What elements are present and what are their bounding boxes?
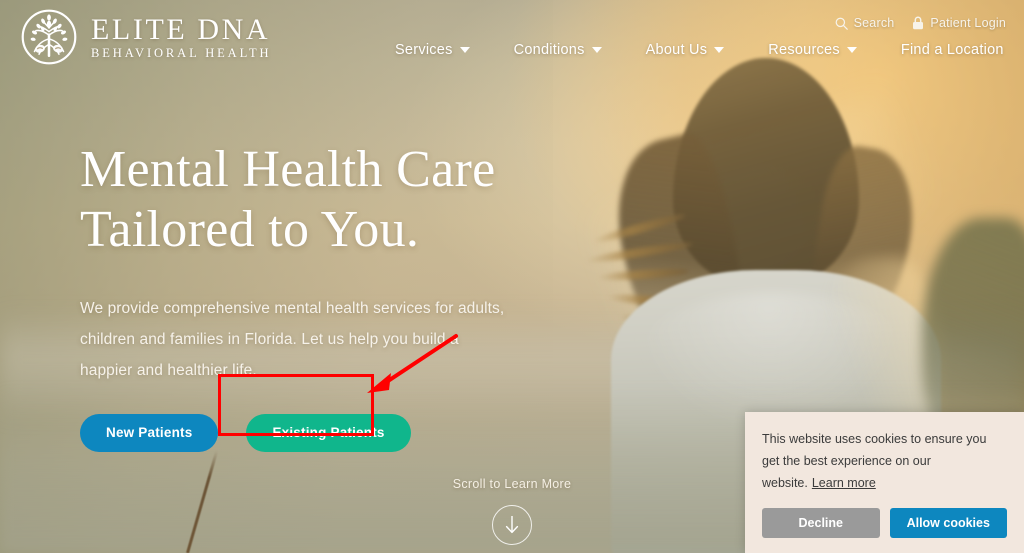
- patient-login-link[interactable]: Patient Login: [912, 16, 1006, 30]
- nav-item-resources[interactable]: Resources: [768, 42, 857, 58]
- nav-item-about-us[interactable]: About Us: [646, 42, 725, 58]
- cookie-actions: Decline Allow cookies: [762, 508, 1007, 538]
- chevron-down-icon: [714, 47, 725, 53]
- hero-subtitle: We provide comprehensive mental health s…: [80, 299, 505, 379]
- search-icon: [835, 17, 848, 30]
- hero-heading-line-1: Mental Health Care: [80, 141, 496, 198]
- chevron-down-icon: [459, 47, 470, 53]
- logo-name: ELITE DNA: [91, 12, 271, 46]
- existing-patients-button[interactable]: Existing Patients: [246, 413, 411, 452]
- site-logo[interactable]: ELITE DNA BEHAVIORAL HEALTH: [20, 8, 271, 66]
- nav-label: Resources: [768, 42, 840, 58]
- scroll-label: Scroll to Learn More: [452, 477, 572, 491]
- lock-icon: [912, 16, 924, 30]
- webpage-hero-screenshot: Search Patient Login ELITE DNA BEHAVIORA…: [0, 0, 1024, 553]
- chevron-down-icon: [846, 47, 857, 53]
- nav-label: About Us: [645, 42, 708, 58]
- search-label: Search: [853, 16, 895, 30]
- utility-bar: Search Patient Login: [835, 16, 1006, 30]
- nav-label: Conditions: [513, 42, 585, 58]
- main-navigation: Services Conditions About Us Resources F…: [395, 42, 1004, 58]
- nav-item-services[interactable]: Services: [395, 42, 470, 58]
- cookie-message-block: This website uses cookies to ensure you …: [762, 429, 1007, 495]
- hero-content: Mental Health Care Tailored to You. We p…: [80, 140, 600, 452]
- chevron-down-icon: [591, 47, 602, 53]
- search-link[interactable]: Search: [835, 16, 895, 30]
- patient-login-label: Patient Login: [930, 16, 1006, 30]
- cookie-learn-more-link[interactable]: Learn more: [812, 476, 876, 490]
- hero-cta-group: New Patients Existing Patients: [80, 413, 600, 452]
- nav-label: Services: [395, 42, 453, 58]
- allow-cookies-button[interactable]: Allow cookies: [889, 508, 1007, 538]
- hero-heading-line-2: Tailored to You.: [80, 201, 420, 259]
- decline-cookies-button[interactable]: Decline: [762, 508, 880, 538]
- logo-tagline: BEHAVIORAL HEALTH: [91, 45, 272, 60]
- nav-item-find-a-location[interactable]: Find a Location: [901, 42, 1004, 58]
- hero-heading: Mental Health Care Tailored to You.: [80, 140, 600, 261]
- nav-label: Find a Location: [900, 42, 1004, 58]
- logo-wordmark: ELITE DNA BEHAVIORAL HEALTH: [91, 12, 272, 60]
- cookie-consent-banner: This website uses cookies to ensure you …: [745, 412, 1024, 553]
- nav-item-conditions[interactable]: Conditions: [514, 42, 602, 58]
- new-patients-button[interactable]: New Patients: [80, 413, 219, 452]
- arrow-down-circle-icon[interactable]: [492, 505, 532, 545]
- tree-of-life-icon: [20, 8, 78, 66]
